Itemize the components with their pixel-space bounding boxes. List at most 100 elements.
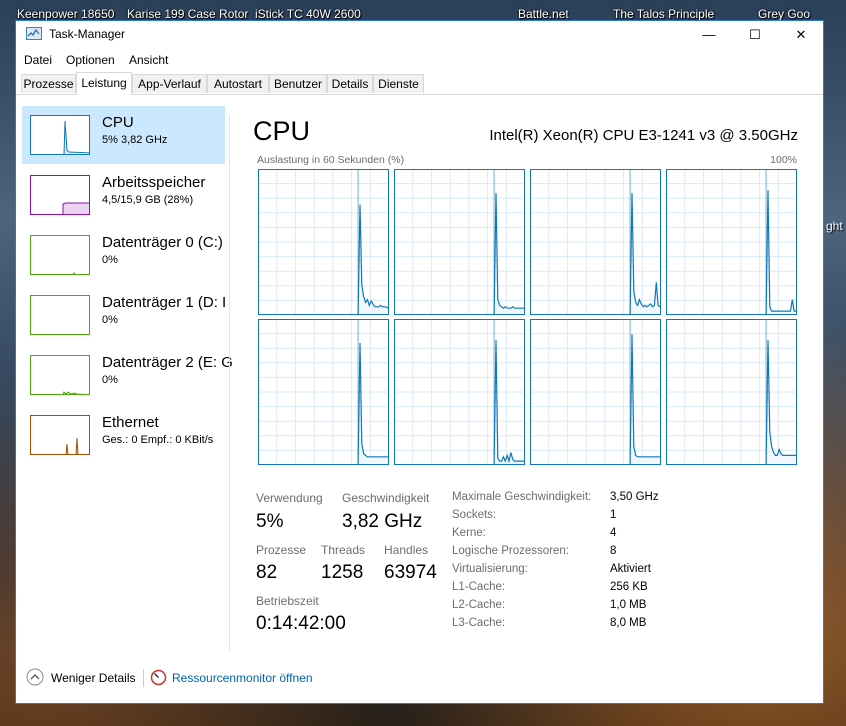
minimize-button[interactable]: — [686,21,732,48]
speed-value: 3,82 GHz [342,511,423,532]
cpu-info-label: L1-Cache: [452,581,506,593]
tab-leistung[interactable]: Leistung [76,72,132,95]
sidebar-item-cpu[interactable]: CPU 5% 3,82 GHz [22,106,225,164]
core-graph [258,319,389,465]
core-graph-svg [258,169,389,315]
task-manager-window: Task-Manager — ☐ ✕ Datei Optionen Ansich… [15,20,824,704]
tab-benutzer[interactable]: Benutzer [269,74,327,93]
cpu-model-name: Intel(R) Xeon(R) CPU E3-1241 v3 @ 3.50GH… [489,127,798,144]
core-graph [666,319,797,465]
sidebar-item-memory[interactable]: Arbeitsspeicher 4,5/15,9 GB (28%) [22,166,225,224]
uptime-value: 0:14:42:00 [256,613,346,634]
sidebar-item-disk-2[interactable]: Datenträger 2 (E: G 0% [22,346,233,404]
menu-item-optionen[interactable]: Optionen [66,53,115,67]
cpu-info-value: 1,0 MB [610,599,647,611]
cpu-info-value: 8 [610,545,617,557]
desktop-icon-label[interactable]: iStick TC 40W 2600 [255,7,361,21]
sidebar-item-subtitle: 0% [102,254,118,266]
core-graph [666,169,797,315]
core-graph-svg [530,319,661,465]
cpu-mini-graph [30,115,90,155]
core-graph-svg [258,319,389,465]
cpu-info-value: Aktiviert [610,563,651,575]
tab-bar: Prozesse Leistung App-Verlauf Autostart … [16,72,823,95]
sidebar-item-disk-0[interactable]: Datenträger 0 (C:) 0% [22,226,225,284]
tab-dienste[interactable]: Dienste [373,74,424,93]
core-graph-svg [666,169,797,315]
core-graph [394,319,525,465]
disk-1-mini-graph [30,295,90,335]
speed-label: Geschwindigkeit [342,491,430,505]
core-graph [530,319,661,465]
panel-divider [229,115,230,651]
sidebar-item-subtitle: Ges.: 0 Empf.: 0 KBit/s [102,434,214,446]
tab-prozesse[interactable]: Prozesse [21,74,76,93]
desktop-icon-label[interactable]: The Talos Principle [613,7,714,21]
threads-value: 1258 [321,562,364,583]
core-graph-svg [530,169,661,315]
desktop-partial-label: ght [826,219,843,233]
desktop-icon-label[interactable]: Battle.net [518,7,569,21]
core-graph-svg [394,319,525,465]
handles-value: 63974 [384,562,437,583]
cpu-info-label: Kerne: [452,527,486,539]
sidebar-item-subtitle: 5% 3,82 GHz [102,134,168,146]
sidebar-item-title: Arbeitsspeicher [102,174,206,191]
graph-max-label: 100% [770,154,797,166]
cpu-info-label: Virtualisierung: [452,563,528,575]
sidebar-item-disk-1[interactable]: Datenträger 1 (D: I 0% [22,286,227,344]
graph-caption: Auslastung in 60 Sekunden (%) [257,154,405,166]
resource-monitor-link[interactable]: Ressourcenmonitor öffnen [172,671,313,685]
title-bar[interactable]: Task-Manager — ☐ ✕ [16,21,823,48]
tab-app-verlauf[interactable]: App-Verlauf [132,74,207,93]
cpu-info-label: L2-Cache: [452,599,506,611]
sidebar-item-title: Datenträger 1 (D: I [102,294,227,311]
menu-item-datei[interactable]: Datei [24,53,52,67]
tab-autostart[interactable]: Autostart [207,74,269,93]
chevron-up-icon[interactable] [26,668,44,691]
uptime-label: Betriebszeit [256,594,319,608]
footer: Weniger Details Ressourcenmonitor öffnen [16,659,823,705]
task-manager-icon [26,27,42,46]
disk-0-mini-graph [30,235,90,275]
page-title: CPU [253,116,311,146]
cpu-info-value: 256 KB [610,581,648,593]
cpu-info-label: Logische Prozessoren: [452,545,569,557]
memory-mini-graph [30,175,90,215]
cpu-info-value: 3,50 GHz [610,491,659,503]
cpu-info-value: 1 [610,509,617,521]
resource-monitor-icon[interactable] [150,669,167,691]
sidebar-item-ethernet[interactable]: Ethernet Ges.: 0 Empf.: 0 KBit/s [22,406,225,464]
core-graph-svg [394,169,525,315]
processes-label: Prozesse [256,543,307,557]
core-graph [394,169,525,315]
sidebar-item-title: Ethernet [102,414,159,431]
menu-bar: Datei Optionen Ansicht [16,50,823,70]
threads-label: Threads [321,543,366,557]
disk-2-mini-graph [30,355,90,395]
core-graph [530,169,661,315]
close-button[interactable]: ✕ [778,21,824,48]
cpu-info-value: 4 [610,527,617,539]
handles-label: Handles [384,543,429,557]
core-graph [258,169,389,315]
maximize-button[interactable]: ☐ [732,21,778,48]
sidebar-item-title: Datenträger 2 (E: G [102,354,233,371]
usage-value: 5% [256,511,284,532]
processes-value: 82 [256,562,278,583]
footer-separator [143,669,144,687]
core-graph-svg [666,319,797,465]
ethernet-mini-graph [30,415,90,455]
tab-details[interactable]: Details [327,74,373,93]
sidebar-item-subtitle: 4,5/15,9 GB (28%) [102,194,194,206]
desktop-icon-label[interactable]: Karise 199 Case Rotor [127,7,248,21]
cpu-info-label: L3-Cache: [452,617,506,629]
sidebar-item-title: Datenträger 0 (C:) [102,234,223,251]
cpu-info-value: 8,0 MB [610,617,647,629]
menu-item-ansicht[interactable]: Ansicht [129,53,168,67]
desktop-icon-label[interactable]: Keenpower 18650 [17,7,114,21]
desktop-icon-label[interactable]: Grey Goo [758,7,810,21]
fewer-details-link[interactable]: Weniger Details [51,671,135,685]
sidebar-item-subtitle: 0% [102,314,118,326]
usage-label: Verwendung [256,491,323,505]
